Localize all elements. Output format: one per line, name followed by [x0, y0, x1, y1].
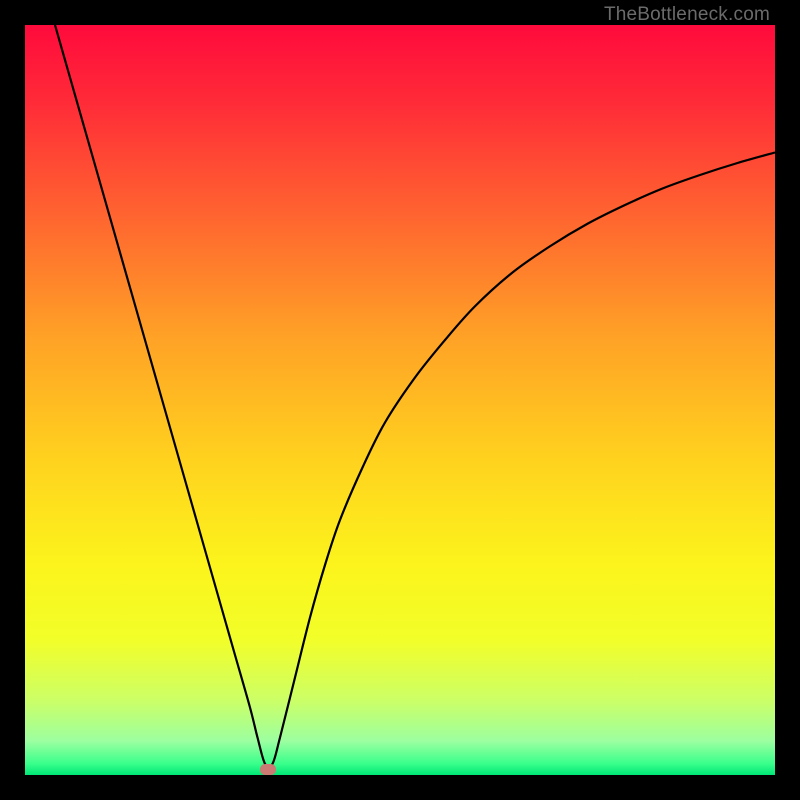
bottleneck-chart [25, 25, 775, 775]
minimum-marker [260, 764, 276, 775]
chart-frame [25, 25, 775, 775]
watermark-text: TheBottleneck.com [604, 4, 770, 26]
